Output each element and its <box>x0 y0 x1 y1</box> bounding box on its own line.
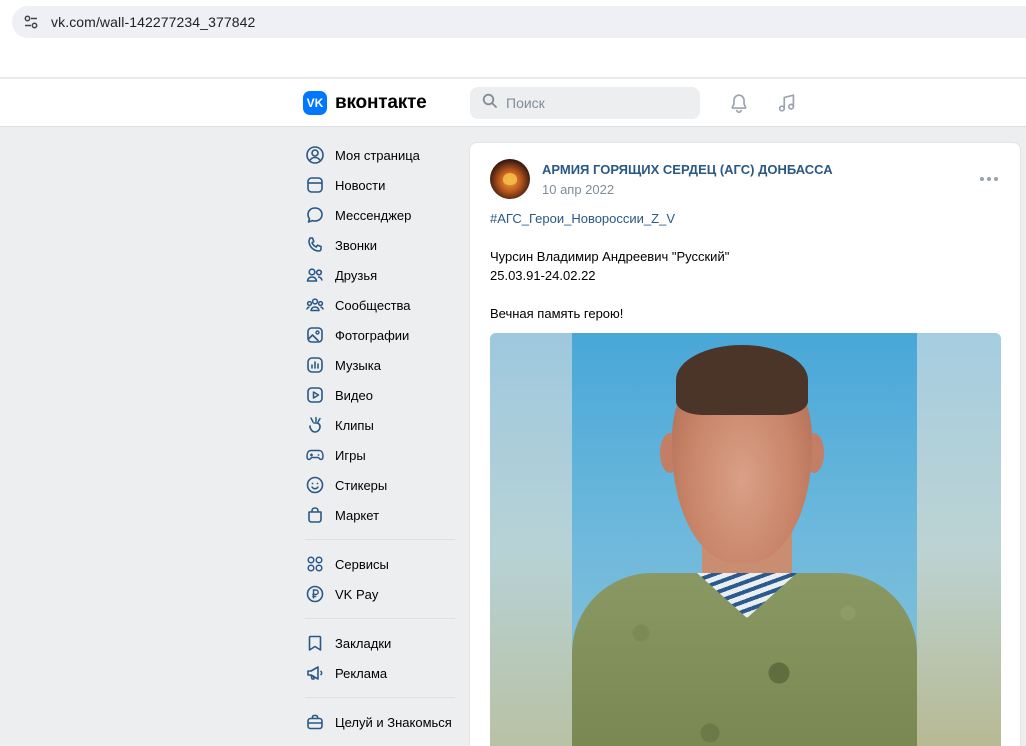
sidebar-divider <box>305 697 455 698</box>
sidebar-item-label: Стикеры <box>335 477 388 493</box>
sidebar-item-label: Целуй и Знакомься <box>335 714 452 730</box>
post-text: #АГС_Герои_Новороссии_Z_V Чурсин Владими… <box>490 209 729 323</box>
sidebar-divider <box>305 539 455 540</box>
photo-icon <box>305 325 325 345</box>
megaphone-icon <box>305 663 325 683</box>
sidebar-item-label: Видео <box>335 387 373 403</box>
sidebar-item-label: Звонки <box>335 237 377 253</box>
sidebar-item-news[interactable]: Новости <box>296 170 458 200</box>
user-circle-icon <box>305 145 325 165</box>
sidebar-item-my-page[interactable]: Моя страница <box>296 140 458 170</box>
photo-hair <box>676 345 808 415</box>
browser-toolbar: vk.com/wall-142277234_377842 <box>0 0 1026 78</box>
wall-post: АРМИЯ ГОРЯЩИХ СЕРДЕЦ (АГС) ДОНБАССА 10 а… <box>469 142 1021 746</box>
search-icon <box>482 93 498 114</box>
sidebar-item-friends[interactable]: Друзья <box>296 260 458 290</box>
sidebar-divider <box>305 618 455 619</box>
music-icon <box>305 355 325 375</box>
more-options-icon[interactable] <box>977 173 1001 185</box>
sidebar-item-ads[interactable]: Реклама <box>296 658 458 688</box>
sidebar-item-games[interactable]: Игры <box>296 440 458 470</box>
bookmark-icon <box>305 633 325 653</box>
sidebar-item-label: Моя страница <box>335 147 420 163</box>
communities-icon <box>305 295 325 315</box>
post-header: АРМИЯ ГОРЯЩИХ СЕРДЕЦ (АГС) ДОНБАССА 10 а… <box>490 159 833 199</box>
vk-logo[interactable]: VK вконтакте <box>303 91 427 115</box>
friends-icon <box>305 265 325 285</box>
sidebar-item-market[interactable]: Маркет <box>296 500 458 530</box>
sidebar-item-photos[interactable]: Фотографии <box>296 320 458 350</box>
sidebar-item-music[interactable]: Музыка <box>296 350 458 380</box>
vk-logo-word: вконтакте <box>335 92 427 113</box>
market-bag-icon <box>305 505 325 525</box>
sidebar-item-bookmarks[interactable]: Закладки <box>296 628 458 658</box>
post-date-link[interactable]: 10 апр 2022 <box>542 182 833 197</box>
sidebar-item-label: Маркет <box>335 507 380 523</box>
sidebar-nav: Моя страница Новости Мессенджер Звонки Д… <box>296 140 458 737</box>
search-box[interactable] <box>470 87 700 119</box>
sidebar-item-video[interactable]: Видео <box>296 380 458 410</box>
sidebar-item-services[interactable]: Сервисы <box>296 549 458 579</box>
vkpay-icon <box>305 584 325 604</box>
tune-icon[interactable] <box>23 14 39 30</box>
briefcase-icon <box>305 712 325 732</box>
sidebar-item-label: Закладки <box>335 635 392 651</box>
address-bar[interactable]: vk.com/wall-142277234_377842 <box>12 6 1026 38</box>
hashtag-link[interactable]: #АГС_Герои_Новороссии_Z_V <box>490 209 729 228</box>
clips-icon <box>305 415 325 435</box>
sidebar-item-label: Клипы <box>335 417 374 433</box>
sidebar-item-label: Фотографии <box>335 327 410 343</box>
chat-bubble-icon <box>305 205 325 225</box>
sidebar-item-label: Музыка <box>335 357 381 373</box>
sidebar-item-label: Реклама <box>335 665 388 681</box>
url-text[interactable]: vk.com/wall-142277234_377842 <box>51 14 255 30</box>
post-text-dates: 25.03.91-24.02.22 <box>490 268 596 283</box>
group-name-link[interactable]: АРМИЯ ГОРЯЩИХ СЕРДЕЦ (АГС) ДОНБАССА <box>542 162 833 177</box>
sidebar-item-label: Новости <box>335 177 386 193</box>
post-text-name: Чурсин Владимир Андреевич "Русский" <box>490 249 730 264</box>
vk-header: VK вконтакте <box>0 79 1026 127</box>
vk-logo-badge: VK <box>303 91 327 115</box>
bell-icon[interactable] <box>727 91 751 115</box>
music-icon[interactable] <box>775 91 799 115</box>
post-text-memory: Вечная память герою! <box>490 306 624 321</box>
sidebar-item-label: VK Pay <box>335 586 379 602</box>
sidebar-item-label: Друзья <box>335 267 378 283</box>
post-photo[interactable] <box>490 333 1001 746</box>
photo-blur-band <box>917 333 1001 746</box>
sidebar-item-kiss-and-meet[interactable]: Целуй и Знакомься <box>296 707 458 737</box>
services-grid-icon <box>305 554 325 574</box>
sidebar-item-label: Сообщества <box>335 297 411 313</box>
search-input[interactable] <box>506 95 686 111</box>
news-icon <box>305 175 325 195</box>
gamepad-icon <box>305 445 325 465</box>
sticker-icon <box>305 475 325 495</box>
sidebar-item-messenger[interactable]: Мессенджер <box>296 200 458 230</box>
photo-portrait <box>572 333 917 746</box>
photo-blur-band <box>490 333 572 746</box>
video-icon <box>305 385 325 405</box>
sidebar-item-label: Игры <box>335 447 366 463</box>
sidebar-item-label: Сервисы <box>335 556 389 572</box>
sidebar-item-vkpay[interactable]: VK Pay <box>296 579 458 609</box>
group-avatar[interactable] <box>490 159 530 199</box>
post-author-block: АРМИЯ ГОРЯЩИХ СЕРДЕЦ (АГС) ДОНБАССА 10 а… <box>542 162 833 197</box>
sidebar-item-clips[interactable]: Клипы <box>296 410 458 440</box>
sidebar-item-communities[interactable]: Сообщества <box>296 290 458 320</box>
phone-icon <box>305 235 325 255</box>
sidebar-item-calls[interactable]: Звонки <box>296 230 458 260</box>
sidebar-item-label: Мессенджер <box>335 207 412 223</box>
sidebar-item-stickers[interactable]: Стикеры <box>296 470 458 500</box>
